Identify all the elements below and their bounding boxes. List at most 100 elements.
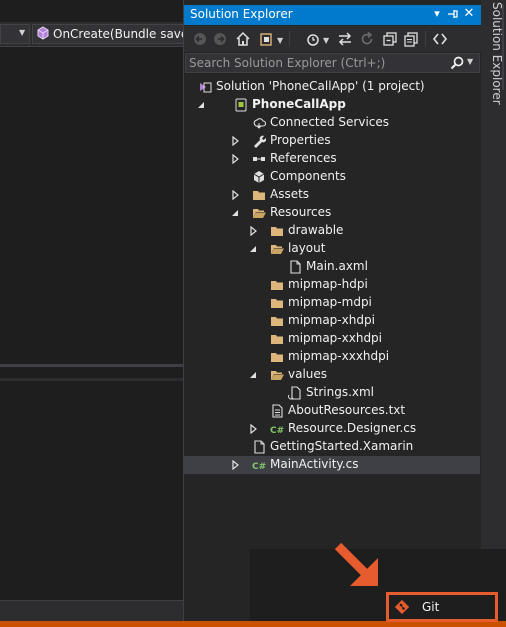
switch-views-icon[interactable] [259,31,275,47]
folder-open-icon [253,209,266,218]
member-dropdown[interactable]: OnCreate(Bundle savedI [32,24,183,44]
references-icon [253,157,265,161]
tree-item[interactable]: References [184,150,480,168]
tree-item[interactable]: Main.axml [184,258,480,276]
tree-item[interactable]: Connected Services [184,114,480,132]
folder-icon [271,335,283,344]
collapsed-chevron-icon[interactable] [248,226,258,236]
search-box[interactable]: ▼ [185,53,480,73]
tree-item[interactable]: C# Resource.Designer.cs [184,420,480,438]
side-tab-indicator [502,4,504,90]
expanded-chevron-icon[interactable] [196,100,206,110]
expanded-chevron-icon[interactable] [248,370,258,380]
sync-active-document-icon[interactable] [337,31,353,47]
tree-item-label: Main.axml [306,259,368,273]
output-pane[interactable] [0,382,183,600]
tree-item-label: mipmap-hdpi [288,277,368,291]
tree-item[interactable]: Solution 'PhoneCallApp' (1 project) [184,78,480,96]
collapse-all-icon[interactable] [382,31,398,47]
tree-item[interactable]: mipmap-xxhdpi [184,330,480,348]
git-icon [395,600,409,614]
xml-file-icon [288,386,301,400]
android-project-icon [235,98,247,112]
tree-item-label: GettingStarted.Xamarin [270,439,414,453]
pane-splitter[interactable] [0,364,183,367]
folder-icon [271,353,283,362]
search-input[interactable] [189,55,439,71]
components-icon [253,171,265,183]
tree-item[interactable]: AboutResources.txt [184,402,480,420]
connected-services-icon [253,118,266,129]
refresh-icon[interactable] [359,31,375,47]
show-all-files-icon[interactable] [403,31,419,47]
tree-item[interactable]: C# MainActivity.cs [184,456,480,474]
side-tab-solution-explorer[interactable]: Solution Explorer [482,2,504,105]
tree-item[interactable]: mipmap-hdpi [184,276,480,294]
tree-item-label: mipmap-mdpi [288,295,372,309]
tree-item[interactable]: PhoneCallApp [184,96,480,114]
collapsed-chevron-icon[interactable] [230,136,240,146]
back-icon[interactable] [192,31,208,47]
expanded-chevron-icon[interactable] [248,244,258,254]
tree-item[interactable]: GettingStarted.Xamarin [184,438,480,456]
tree-item[interactable]: Properties [184,132,480,150]
forward-icon[interactable] [212,31,228,47]
chevron-down-icon[interactable]: ▼ [323,36,329,45]
tree-item[interactable]: Assets [184,186,480,204]
tree-item-label: Resources [270,205,332,219]
file-icon [290,260,301,274]
collapsed-chevron-icon[interactable] [248,424,258,434]
folder-icon [271,299,283,308]
tree-item-label: mipmap-xxhdpi [288,331,383,345]
solution-explorer-title-bar[interactable]: Solution Explorer ▾ ✕ [184,5,481,25]
tree-item-label: mipmap-xxxhdpi [288,349,390,363]
search-icon[interactable] [450,56,464,70]
folder-icon [271,281,283,290]
tree-item[interactable]: Components [184,168,480,186]
text-file-icon [272,404,283,418]
tree-item-label: MainActivity.cs [270,457,359,471]
expanded-chevron-icon[interactable] [230,208,240,218]
preview-icon[interactable] [432,31,448,47]
window-position-dropdown-icon[interactable]: ▾ [430,6,444,22]
pending-changes-filter-icon[interactable] [305,31,321,47]
toolbar-separator [289,31,290,47]
collapsed-chevron-icon[interactable] [230,154,240,164]
svg-text:C#: C# [252,462,266,472]
tree-item-label: Properties [270,133,331,147]
collapsed-chevron-icon[interactable] [230,460,240,470]
tree-item[interactable]: Strings.xml [184,384,480,402]
tree-item[interactable]: mipmap-mdpi [184,294,480,312]
tree-item-label: mipmap-xhdpi [288,313,375,327]
chevron-down-icon[interactable]: ▼ [467,57,473,66]
solution-icon [200,82,212,93]
tree-item-label: Resource.Designer.cs [288,421,417,435]
pane-header [0,378,183,381]
panel-title: Solution Explorer [190,7,293,21]
tree-item[interactable]: values [184,366,480,384]
tree-item-label: values [288,367,328,381]
tree-item-label: References [270,151,337,165]
git-status-button[interactable]: Git [386,592,498,622]
close-icon[interactable]: ✕ [462,6,476,22]
svg-text:C#: C# [270,426,284,436]
tree-item-label: Connected Services [270,115,390,129]
tree-item[interactable]: layout [184,240,480,258]
pin-icon[interactable] [446,6,460,22]
tree-item[interactable]: Resources [184,204,480,222]
editor-scrollbar[interactable] [0,600,183,621]
folder-open-icon [271,245,284,254]
collapsed-chevron-icon[interactable] [230,190,240,200]
file-icon [254,440,265,454]
type-dropdown[interactable]: ▼ [0,24,30,44]
folder-icon [253,191,265,200]
wrench-icon [254,135,266,148]
toolbar-separator [425,31,426,47]
method-icon [37,26,49,40]
tree-item[interactable]: mipmap-xxxhdpi [184,348,480,366]
home-icon[interactable] [235,31,251,47]
chevron-down-icon[interactable]: ▼ [277,36,283,45]
tree-item[interactable]: drawable [184,222,480,240]
tree-item[interactable]: mipmap-xhdpi [184,312,480,330]
tree-item-label: Strings.xml [306,385,375,399]
